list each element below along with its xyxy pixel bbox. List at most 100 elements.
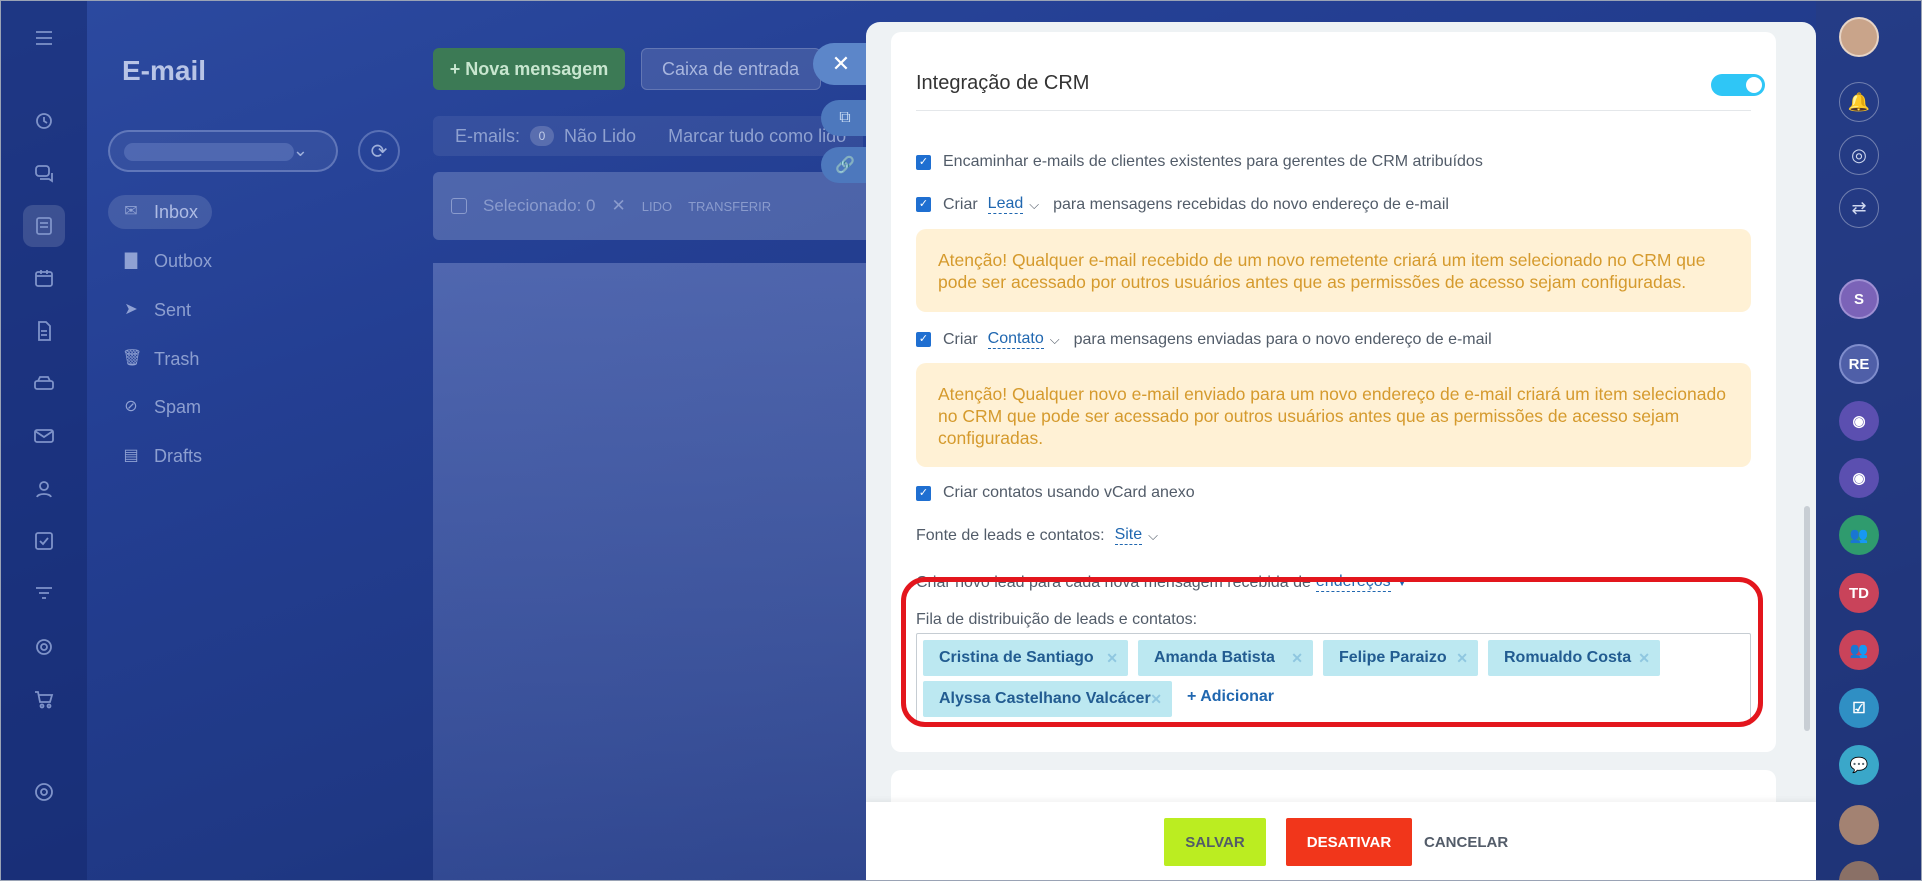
- source-dropdown[interactable]: Site: [1114, 526, 1143, 545]
- open-new-window-button[interactable]: ⧉: [821, 100, 869, 136]
- filter-icon[interactable]: [23, 573, 65, 615]
- save-button[interactable]: SALVAR: [1164, 818, 1266, 866]
- crm-integration-toggle[interactable]: [1711, 74, 1765, 96]
- folder-spam[interactable]: ⊘ Spam: [108, 390, 215, 424]
- menu-icon[interactable]: [23, 17, 65, 59]
- user-avatar[interactable]: [1839, 17, 1879, 57]
- close-panel-button[interactable]: ✕: [813, 43, 869, 85]
- tasks-icon[interactable]: [23, 520, 65, 562]
- chat-avatar[interactable]: TD: [1839, 573, 1879, 613]
- section-title: Integração de CRM: [916, 72, 1090, 94]
- folder-label: Sent: [154, 299, 192, 320]
- activity-icon[interactable]: [23, 100, 65, 142]
- mark-all-read-link[interactable]: Marcar tudo como lido: [668, 126, 846, 147]
- chat-avatar[interactable]: RE: [1839, 344, 1879, 384]
- chevron-down-icon[interactable]: ⌵: [1029, 197, 1039, 213]
- emails-label: E-mails:: [455, 125, 521, 146]
- chevron-down-icon[interactable]: ⌵: [1050, 332, 1060, 348]
- clear-selection-icon[interactable]: ✕: [611, 196, 625, 216]
- folder-sent[interactable]: ➤ Sent: [108, 293, 205, 327]
- folder-drafts[interactable]: ▤ Drafts: [108, 439, 216, 473]
- forward-existing-row: ✓ Encaminhar e-mails de clientes existen…: [916, 153, 1483, 171]
- unread-filter[interactable]: Não Lido: [564, 126, 636, 147]
- openline-icon[interactable]: ◉: [1839, 401, 1879, 441]
- calendar-icon[interactable]: [23, 257, 65, 299]
- folder-label: Spam: [154, 396, 202, 417]
- transfer-button[interactable]: TRANSFERIR: [688, 199, 771, 214]
- new-message-button[interactable]: + Nova mensagem: [433, 48, 625, 90]
- tasks-chat-icon[interactable]: ☑: [1839, 688, 1879, 728]
- divider: [916, 110, 1751, 111]
- panel-scrollbar[interactable]: [1804, 506, 1810, 731]
- target-icon[interactable]: [23, 626, 65, 668]
- folder-outbox[interactable]: ▇ Outbox: [108, 244, 226, 278]
- settings-icon[interactable]: [23, 771, 65, 813]
- sent-icon: ➤: [124, 301, 138, 318]
- mailbox-select[interactable]: ⌄: [108, 130, 338, 172]
- create-lead-checkbox[interactable]: ✓: [916, 197, 931, 212]
- create-contact-row: ✓ Criar Contato ⌵ para mensagens enviada…: [916, 330, 1492, 349]
- vcard-label: Criar contatos usando vCard anexo: [943, 484, 1195, 501]
- link-icon: 🔗: [835, 157, 855, 174]
- vcard-row: ✓ Criar contatos usando vCard anexo: [916, 484, 1195, 502]
- inbox-select[interactable]: Caixa de entrada: [641, 48, 821, 90]
- folder-label: Inbox: [154, 201, 199, 222]
- highlight-outline: [901, 577, 1763, 727]
- crm-settings-panel: Integração de CRM ✓ Encaminhar e-mails d…: [866, 22, 1816, 880]
- select-all-checkbox[interactable]: [451, 198, 467, 214]
- list-toolbar: Selecionado: 0 ✕ LIDO TRANSFERIR: [433, 172, 873, 240]
- folder-label: Drafts: [154, 445, 203, 466]
- mark-read-button[interactable]: LIDO: [642, 199, 672, 214]
- contact-avatar[interactable]: [1839, 805, 1879, 845]
- refresh-icon: ⟳: [370, 140, 388, 163]
- group-chat-icon[interactable]: 👥: [1839, 515, 1879, 555]
- create-contact-checkbox[interactable]: ✓: [916, 332, 931, 347]
- chat-avatar[interactable]: S: [1839, 279, 1879, 319]
- toggle-knob: [1746, 77, 1762, 93]
- create-lead-row: ✓ Criar Lead ⌵ para mensagens recebidas …: [916, 195, 1449, 214]
- envelope-icon[interactable]: [23, 415, 65, 457]
- trash-icon: 🗑: [122, 350, 143, 367]
- create-label: Criar: [943, 330, 978, 348]
- page-title: E-mail: [122, 55, 207, 86]
- chevron-down-icon[interactable]: ⌵: [1148, 528, 1158, 544]
- comments-chat-icon[interactable]: 💬: [1839, 745, 1879, 785]
- external-link-icon: ⧉: [839, 109, 851, 126]
- pulse-icon[interactable]: ◎: [1839, 135, 1879, 175]
- bell-icon[interactable]: 🔔: [1839, 82, 1879, 122]
- mail-app-icon[interactable]: [23, 205, 65, 247]
- drafts-icon: ▤: [123, 447, 139, 464]
- group-chat-icon[interactable]: 👥: [1839, 630, 1879, 670]
- panel-footer: SALVAR DESATIVAR CANCELAR: [866, 802, 1816, 880]
- inbox-icon: ✉: [124, 203, 138, 220]
- warning-box: Atenção! Qualquer novo e-mail enviado pa…: [916, 363, 1751, 467]
- message-list: [433, 263, 873, 880]
- forward-existing-checkbox[interactable]: ✓: [916, 154, 931, 170]
- sync-icon[interactable]: ⇄: [1839, 188, 1879, 228]
- lead-suffix-label: para mensagens recebidas do novo endereç…: [1053, 195, 1449, 213]
- source-row: Fonte de leads e contatos: Site ⌵: [916, 526, 1172, 545]
- copy-link-button[interactable]: 🔗: [821, 147, 869, 183]
- lead-type-dropdown[interactable]: Lead: [987, 195, 1024, 214]
- folder-inbox[interactable]: ✉ Inbox: [108, 195, 213, 229]
- cart-icon[interactable]: [23, 678, 65, 720]
- chat-icon[interactable]: [23, 152, 65, 194]
- contact-type-dropdown[interactable]: Contato: [987, 330, 1044, 349]
- document-icon[interactable]: [23, 310, 65, 352]
- folder-icon: ▇: [124, 252, 138, 269]
- chevron-down-icon: ⌄: [292, 140, 308, 160]
- mailbox-name-blurred: [124, 143, 294, 161]
- refresh-button[interactable]: ⟳: [358, 130, 400, 172]
- contacts-icon[interactable]: [23, 468, 65, 510]
- drive-icon[interactable]: [23, 362, 65, 404]
- folder-trash[interactable]: 🗑 Trash: [108, 342, 213, 376]
- vcard-checkbox[interactable]: ✓: [916, 485, 931, 501]
- create-label: Criar: [943, 195, 978, 213]
- source-label: Fonte de leads e contatos:: [916, 526, 1105, 544]
- folder-label: Trash: [154, 348, 200, 369]
- openline-icon[interactable]: ◉: [1839, 458, 1879, 498]
- deactivate-button[interactable]: DESATIVAR: [1286, 818, 1412, 866]
- close-icon: ✕: [831, 51, 851, 76]
- cancel-button[interactable]: CANCELAR: [1424, 818, 1508, 866]
- left-nav-rail: [1, 1, 87, 880]
